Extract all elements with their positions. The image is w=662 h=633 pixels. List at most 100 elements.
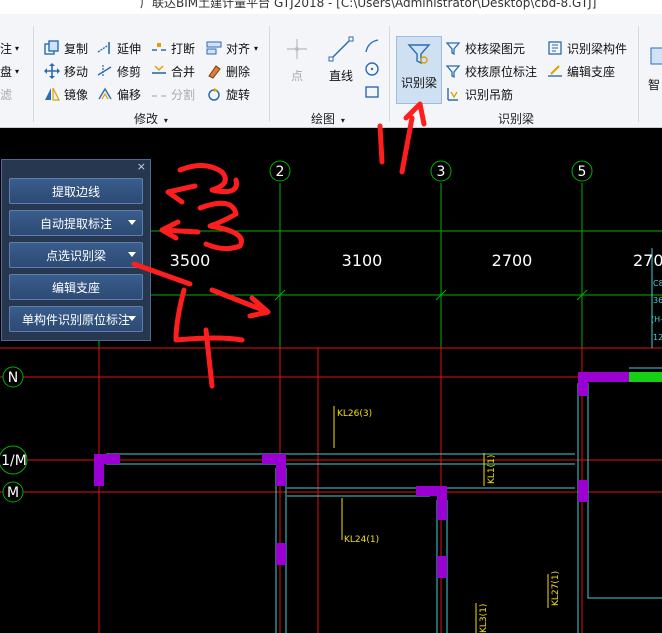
smart-button-partial[interactable]: 智 (648, 74, 660, 94)
copy-button[interactable]: 复制 (44, 38, 88, 58)
break-icon (151, 40, 167, 56)
edit-support-label: 编辑支座 (567, 64, 616, 79)
dim-text: 3100 (342, 251, 383, 270)
move-icon (44, 63, 60, 79)
column-green (629, 372, 662, 382)
offset-label: 偏移 (117, 87, 142, 102)
auto-extract-annotations-button[interactable]: 自动提取标注 (9, 210, 143, 236)
recognize-beam-panel: × 提取边线 自动提取标注 点选识别梁 编辑支座 单构件识别原位标注 (1, 159, 151, 341)
axis-label-2: 2 (276, 164, 285, 180)
extract-edges-label: 提取边线 (51, 184, 100, 199)
extend-button[interactable]: 延伸 (97, 38, 141, 58)
axis-label-N: N (8, 370, 18, 386)
chevron-down-icon: ▾ (15, 43, 20, 53)
axis-label-3: 3 (437, 164, 446, 180)
window-title: 广联达BIM土建计量平台 GTJ2018 - [C:\Users\Adminis… (140, 0, 597, 10)
eraser-icon (206, 63, 222, 79)
circle-icon (364, 62, 380, 81)
trim-label: 修剪 (117, 64, 142, 79)
beam-label: KL27(1) (551, 571, 561, 606)
check-in-place-annotation-button[interactable]: 校核原位标注 (445, 61, 537, 81)
offset-button[interactable]: 偏移 (97, 84, 141, 104)
point-label: 点 (290, 69, 303, 83)
column (578, 480, 588, 502)
arc-icon (364, 39, 380, 58)
split-label: 分割 (171, 87, 196, 102)
recognize-beam-label: 识别梁 (400, 76, 437, 90)
delete-button[interactable]: 删除 (206, 61, 250, 81)
draw-group-text: 绘图 (311, 112, 336, 126)
beam-edge (577, 383, 662, 633)
move-label: 移动 (64, 64, 89, 79)
right-text: 36 (653, 296, 662, 305)
right-text: 12 (653, 333, 662, 342)
modify-group-text: 修改 (134, 112, 159, 126)
beam-edge (106, 453, 575, 465)
column (437, 556, 447, 578)
edit-support-icon (547, 63, 563, 79)
arc-tool-button[interactable] (364, 38, 380, 58)
offset-icon (97, 86, 113, 102)
annotation-check-icon (445, 63, 461, 79)
copy-icon (44, 40, 60, 56)
align-button[interactable]: 对齐 ▾ (206, 38, 258, 58)
panel-edit-support-button[interactable]: 编辑支座 (9, 274, 143, 300)
line-icon (328, 36, 354, 65)
ribbon: 注 ▾ 盘 ▾ 滤 复制 移动 镜像 延伸 修剪 偏移 打断 合并 分割 对齐 … (0, 14, 662, 128)
extract-edges-button[interactable]: 提取边线 (9, 178, 143, 204)
column (276, 543, 286, 565)
align-icon (206, 40, 222, 56)
ribbon-left-label: 注 (0, 41, 13, 56)
trim-button[interactable]: 修剪 (97, 61, 141, 81)
rotate-icon (206, 86, 222, 102)
dim-text: 270 (633, 251, 662, 270)
point-button[interactable]: 点 (282, 36, 312, 84)
split-icon (151, 86, 167, 102)
delete-label: 删除 (226, 64, 251, 79)
recognize-beam-component-button[interactable]: 识别梁构件 (547, 38, 627, 58)
modify-group-label[interactable]: 修改 ▾ (134, 110, 168, 127)
mirror-button[interactable]: 镜像 (44, 84, 88, 104)
axis-label-1M: 1/M (1, 453, 27, 469)
point-recognize-beam-label: 点选识别梁 (45, 248, 106, 263)
panel-edit-support-label: 编辑支座 (51, 280, 100, 295)
rect-tool-button[interactable] (364, 84, 380, 104)
right-text: (H- (651, 315, 662, 324)
chevron-down-icon (128, 220, 136, 225)
check-beam-element-label: 校核梁图元 (465, 41, 526, 56)
draw-group-label[interactable]: 绘图 ▾ (311, 110, 345, 127)
edit-support-button[interactable]: 编辑支座 (547, 61, 615, 81)
close-icon[interactable]: × (137, 160, 146, 173)
check-beam-element-button[interactable]: 校核梁图元 (445, 38, 525, 58)
recognize-hanger-label: 识别吊筋 (465, 87, 514, 102)
ribbon-left-item-3[interactable]: 滤 (0, 84, 12, 104)
mirror-label: 镜像 (64, 87, 89, 102)
single-component-annotation-label: 单构件识别原位标注 (21, 312, 130, 327)
trim-icon (97, 63, 113, 79)
column (94, 454, 120, 486)
ribbon-left-label: 盘 (0, 64, 13, 79)
axis-label-5: 5 (578, 164, 587, 180)
line-label: 直线 (328, 69, 353, 83)
chevron-down-icon (128, 252, 136, 257)
line-button[interactable]: 直线 (324, 36, 358, 84)
recognize-beam-button[interactable]: 识别梁 (396, 36, 442, 104)
ribbon-separator (638, 26, 639, 122)
beam-component-icon (547, 40, 563, 56)
dim-text: 2700 (492, 251, 533, 270)
circle-tool-button[interactable] (364, 61, 380, 81)
copy-label: 复制 (64, 41, 89, 56)
ribbon-left-item-1[interactable]: 注 ▾ (0, 38, 19, 58)
break-button[interactable]: 打断 (151, 38, 195, 58)
single-component-annotation-button[interactable]: 单构件识别原位标注 (9, 306, 143, 332)
move-button[interactable]: 移动 (44, 61, 88, 81)
split-button[interactable]: 分割 (151, 84, 195, 104)
merge-button[interactable]: 合并 (151, 61, 195, 81)
extend-label: 延伸 (117, 41, 142, 56)
point-recognize-beam-button[interactable]: 点选识别梁 (9, 242, 143, 268)
recognize-hanger-button[interactable]: 识别吊筋 (445, 84, 513, 104)
rotate-button[interactable]: 旋转 (206, 84, 250, 104)
merge-label: 合并 (171, 64, 196, 79)
check-in-place-annotation-label: 校核原位标注 (465, 64, 538, 79)
ribbon-left-item-2[interactable]: 盘 ▾ (0, 61, 19, 81)
